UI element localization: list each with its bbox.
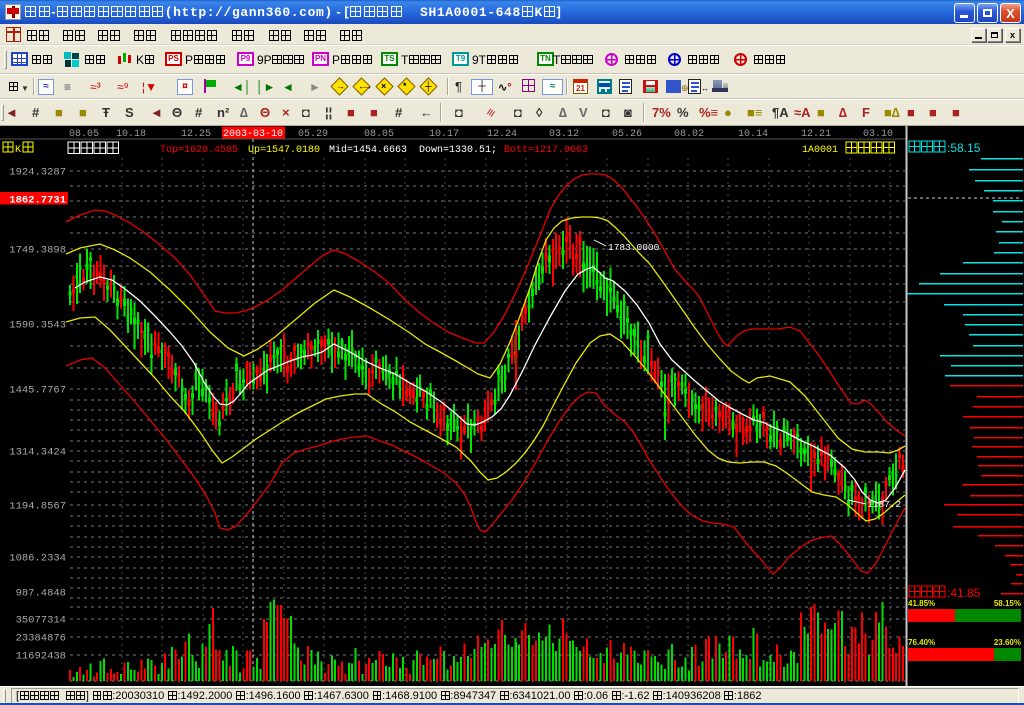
svg-text:03.12: 03.12 [549,129,579,140]
svg-text:12.21: 12.21 [801,129,831,140]
svg-text:1194.8567: 1194.8567 [9,501,66,513]
svg-text:Top=1628.4585: Top=1628.4585 [160,145,238,156]
svg-text:10.17: 10.17 [429,129,459,140]
svg-text:1590.3543: 1590.3543 [9,320,66,332]
svg-text:Mid=1454.6663: Mid=1454.6663 [329,144,407,156]
svg-text:1749.3898: 1749.3898 [9,245,66,257]
svg-text:08.02: 08.02 [674,129,704,140]
svg-text:11692438: 11692438 [16,651,66,663]
svg-text:K: K [15,145,21,156]
svg-text:08.05: 08.05 [364,129,394,140]
svg-text:1314.3424: 1314.3424 [9,447,66,459]
svg-text:Down=1330.51;: Down=1330.51; [419,145,497,156]
svg-text:2003-03-10: 2003-03-10 [223,129,283,140]
svg-text:23.60%: 23.60% [994,638,1021,647]
svg-text:1783.0000: 1783.0000 [608,242,660,253]
svg-text:987.4848: 987.4848 [16,588,66,600]
svg-text:1862.7731: 1862.7731 [9,195,66,207]
svg-text:12.25: 12.25 [181,129,211,140]
svg-text:58.15%: 58.15% [994,599,1021,608]
svg-text:41.85%: 41.85% [908,599,935,608]
svg-text:35077314: 35077314 [16,615,66,627]
svg-text:Up=1547.0180: Up=1547.0180 [248,145,320,156]
svg-text:1445.7767: 1445.7767 [9,385,66,397]
svg-text:12.24: 12.24 [487,129,517,140]
svg-text:1924.3287: 1924.3287 [9,167,66,179]
svg-text:08.05: 08.05 [69,129,99,140]
svg-text:05.29: 05.29 [298,129,328,140]
svg-text::41.85: :41.85 [947,586,981,600]
svg-text:1A0001: 1A0001 [802,145,838,156]
svg-text:1187.2: 1187.2 [867,499,902,510]
svg-text:10.14: 10.14 [738,129,768,140]
svg-text:05.26: 05.26 [612,129,642,140]
svg-text:23384876: 23384876 [16,633,66,645]
svg-text:1086.2334: 1086.2334 [9,553,66,565]
svg-text:10.18: 10.18 [116,129,146,140]
svg-text:76.40%: 76.40% [908,638,935,647]
svg-text:Bott=1217.9663: Bott=1217.9663 [504,145,588,156]
svg-text:03.10: 03.10 [863,129,893,140]
svg-text::58.15: :58.15 [947,141,981,155]
